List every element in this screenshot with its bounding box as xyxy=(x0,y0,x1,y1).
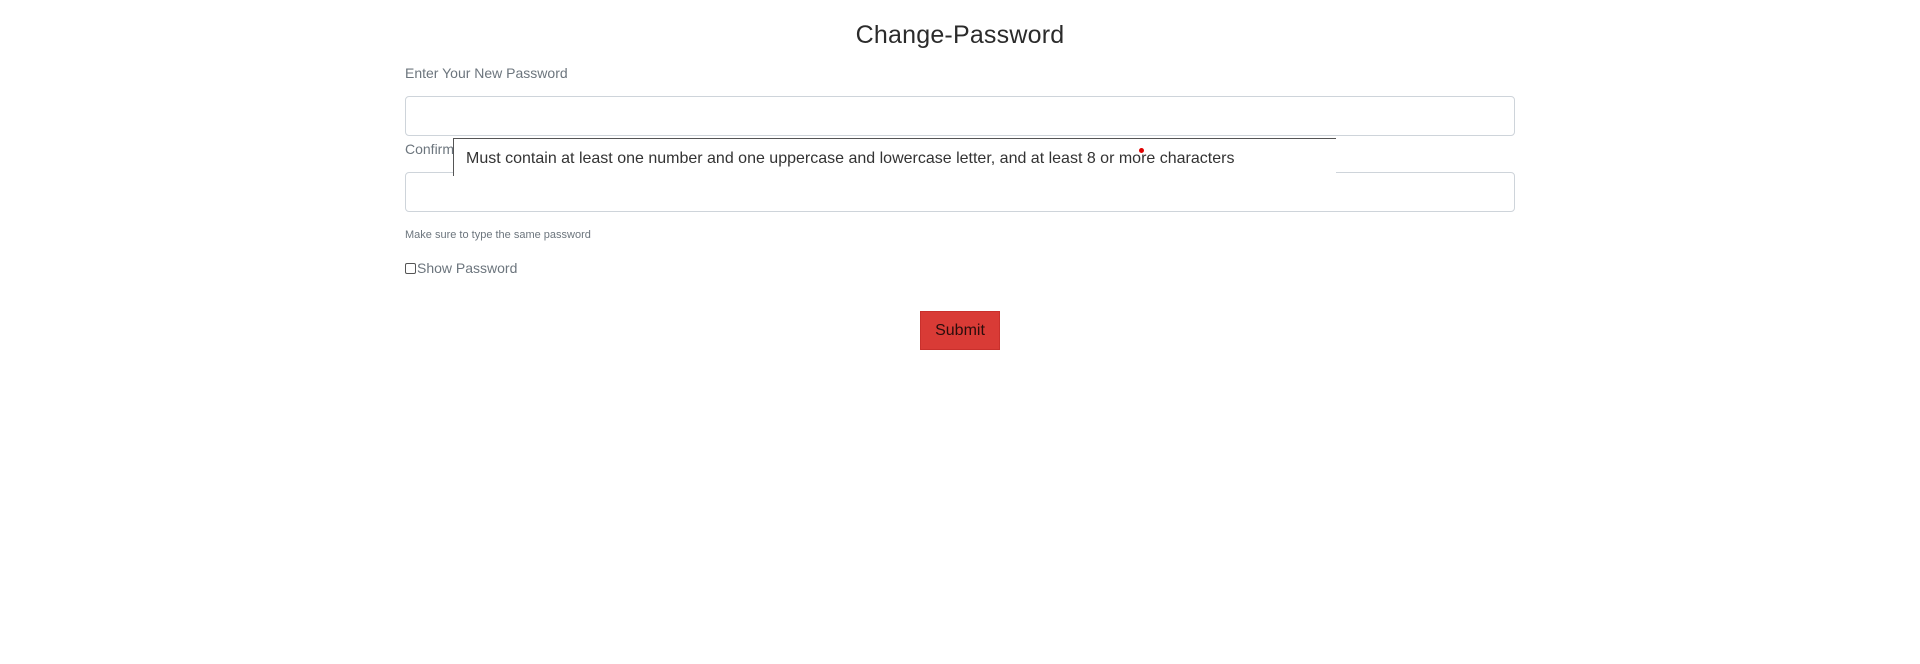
change-password-page: Change-Password Enter Your New Password … xyxy=(0,0,1920,664)
mouse-cursor-indicator xyxy=(1139,148,1144,153)
password-requirements-tooltip: Must contain at least one number and one… xyxy=(453,138,1336,176)
help-text: Make sure to type the same password xyxy=(405,229,591,241)
show-password-checkbox[interactable] xyxy=(405,262,416,274)
submit-button[interactable]: Submit xyxy=(920,311,1000,350)
page-title: Change-Password xyxy=(855,21,1065,49)
confirm-password-label: Confirm xyxy=(405,141,455,157)
show-password-row[interactable]: Show Password xyxy=(405,260,517,276)
confirm-password-input[interactable] xyxy=(405,172,1515,212)
show-password-label[interactable]: Show Password xyxy=(417,260,517,276)
new-password-input[interactable] xyxy=(405,96,1515,136)
new-password-label: Enter Your New Password xyxy=(405,65,568,81)
